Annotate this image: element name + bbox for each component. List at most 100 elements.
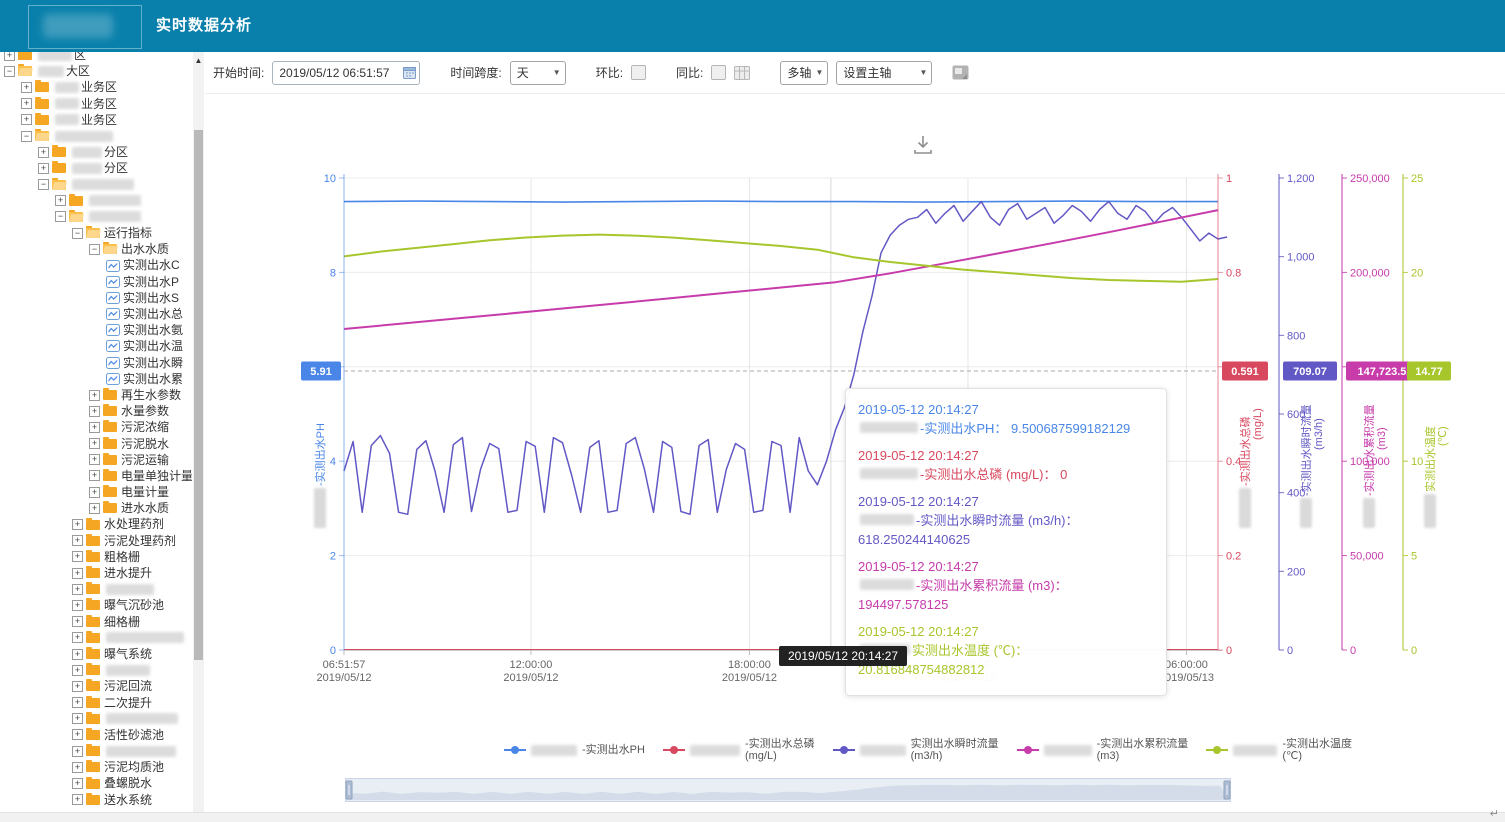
tree-folder-item[interactable]: + (0, 662, 192, 678)
tree-folder-item[interactable]: +业务区 (0, 112, 192, 128)
tree-folder-item[interactable]: +曝气系统 (0, 646, 192, 662)
tree-folder-item[interactable]: −运行指标 (0, 225, 192, 241)
tree-folder-item[interactable]: +分区 (0, 160, 192, 176)
tree-folder-item[interactable]: +业务区 (0, 79, 192, 95)
tree-folder-item[interactable]: +粗格栅 (0, 549, 192, 565)
expand-icon[interactable]: + (89, 390, 100, 401)
expand-icon[interactable]: + (72, 600, 83, 611)
expand-icon[interactable]: + (72, 616, 83, 627)
collapse-icon[interactable]: − (38, 179, 49, 190)
tree-folder-item[interactable]: + (0, 581, 192, 597)
tree-folder-item[interactable]: +污泥脱水 (0, 436, 192, 452)
datazoom-slider[interactable] (345, 778, 1231, 802)
tree-folder-item[interactable]: + (0, 630, 192, 646)
tree-folder-item[interactable]: +活性砂滤池 (0, 727, 192, 743)
horizontal-scrollbar[interactable]: ↵ (0, 812, 1505, 822)
start-time-input[interactable] (272, 61, 420, 85)
expand-icon[interactable]: + (72, 568, 83, 579)
time-span-select[interactable]: 天 ▼ (510, 61, 566, 85)
tree-folder-item[interactable]: − (0, 128, 192, 144)
calendar-icon[interactable] (403, 66, 416, 79)
tree-folder-item[interactable]: +电量单独计量 (0, 468, 192, 484)
tree-folder-item[interactable]: +曝气沉砂池 (0, 597, 192, 613)
expand-icon[interactable]: + (89, 406, 100, 417)
main-axis-select[interactable]: 设置主轴 ▼ (836, 61, 932, 85)
tree-folder-item[interactable]: +污泥处理药剂 (0, 533, 192, 549)
expand-icon[interactable]: + (72, 697, 83, 708)
export-image-icon[interactable] (952, 65, 969, 80)
tree-folder-item[interactable]: +叠螺脱水 (0, 775, 192, 791)
tree-folder-item[interactable]: −出水水质 (0, 241, 192, 257)
expand-icon[interactable]: + (72, 713, 83, 724)
expand-icon[interactable]: + (72, 681, 83, 692)
expand-icon[interactable]: + (72, 584, 83, 595)
expand-icon[interactable]: + (72, 729, 83, 740)
tongbi-checkbox[interactable] (711, 65, 726, 80)
expand-icon[interactable]: + (72, 519, 83, 530)
expand-icon[interactable]: + (89, 422, 100, 433)
tree-folder-item[interactable]: − (0, 209, 192, 225)
tree-leaf-item[interactable]: 实测出水氨 (0, 322, 192, 338)
collapse-icon[interactable]: − (72, 228, 83, 239)
tree-leaf-item[interactable]: 实测出水瞬 (0, 355, 192, 371)
tree-leaf-item[interactable]: 实测出水S (0, 290, 192, 306)
tree-folder-item[interactable]: +区 (0, 52, 192, 63)
tree-folder-item[interactable]: +污泥浓缩 (0, 419, 192, 435)
sidebar-scrollbar[interactable]: ▲ (193, 52, 204, 812)
huanbi-checkbox[interactable] (631, 65, 646, 80)
tree-leaf-item[interactable]: 实测出水累 (0, 371, 192, 387)
compare-table-icon[interactable] (734, 66, 750, 80)
tree-folder-item[interactable]: +水量参数 (0, 403, 192, 419)
legend-item[interactable]: -实测出水PH (504, 744, 645, 756)
tree-folder-item[interactable]: +污泥均质池 (0, 759, 192, 775)
expand-icon[interactable]: + (38, 147, 49, 158)
expand-icon[interactable]: + (72, 762, 83, 773)
expand-icon[interactable]: + (21, 98, 32, 109)
tree-folder-item[interactable]: +电量计量 (0, 484, 192, 500)
expand-icon[interactable]: + (72, 632, 83, 643)
expand-icon[interactable]: + (72, 665, 83, 676)
expand-icon[interactable]: + (72, 778, 83, 789)
legend-item[interactable]: -实测出水总磷(mg/L) (663, 738, 815, 762)
tree-folder-item[interactable]: +二次提升 (0, 695, 192, 711)
expand-icon[interactable]: + (21, 82, 32, 93)
legend-item[interactable]: -实测出水温度(℃) (1206, 738, 1352, 762)
tree-leaf-item[interactable]: 实测出水温 (0, 338, 192, 354)
expand-icon[interactable]: + (4, 52, 15, 61)
expand-icon[interactable]: + (89, 438, 100, 449)
tree-folder-item[interactable]: +污泥回流 (0, 678, 192, 694)
collapse-icon[interactable]: − (89, 244, 100, 255)
expand-icon[interactable]: + (38, 163, 49, 174)
tree-folder-item[interactable]: +污泥运输 (0, 452, 192, 468)
tree-folder-item[interactable]: − (0, 177, 192, 193)
expand-icon[interactable]: + (72, 746, 83, 757)
scrollbar-thumb[interactable] (194, 130, 203, 660)
tree-leaf-item[interactable]: 实测出水总 (0, 306, 192, 322)
expand-icon[interactable]: + (72, 535, 83, 546)
expand-icon[interactable]: + (72, 794, 83, 805)
tree-folder-item[interactable]: +细格栅 (0, 614, 192, 630)
axis-mode-select[interactable]: 多轴 ▼ (780, 61, 828, 85)
tree-folder-item[interactable]: +分区 (0, 144, 192, 160)
tree-folder-item[interactable]: + (0, 743, 192, 759)
legend-item[interactable]: 实测出水瞬时流量(m3/h) (833, 738, 999, 762)
tree-folder-item[interactable]: +水处理药剂 (0, 516, 192, 532)
tree-leaf-item[interactable]: 实测出水P (0, 274, 192, 290)
expand-icon[interactable]: + (89, 503, 100, 514)
expand-icon[interactable]: + (89, 454, 100, 465)
tree-folder-item[interactable]: + (0, 711, 192, 727)
collapse-icon[interactable]: − (21, 131, 32, 142)
expand-icon[interactable]: + (21, 114, 32, 125)
collapse-icon[interactable]: − (4, 66, 15, 77)
tree-folder-item[interactable]: +进水提升 (0, 565, 192, 581)
tree-folder-item[interactable]: + (0, 193, 192, 209)
tree-folder-item[interactable]: +再生水参数 (0, 387, 192, 403)
expand-icon[interactable]: + (89, 487, 100, 498)
tree-folder-item[interactable]: −大区 (0, 63, 192, 79)
tree-folder-item[interactable]: +业务区 (0, 96, 192, 112)
expand-icon[interactable]: + (89, 470, 100, 481)
tree-leaf-item[interactable]: 实测出水C (0, 257, 192, 273)
expand-icon[interactable]: + (72, 551, 83, 562)
scroll-up-icon[interactable]: ▲ (193, 54, 204, 68)
collapse-icon[interactable]: − (55, 211, 66, 222)
